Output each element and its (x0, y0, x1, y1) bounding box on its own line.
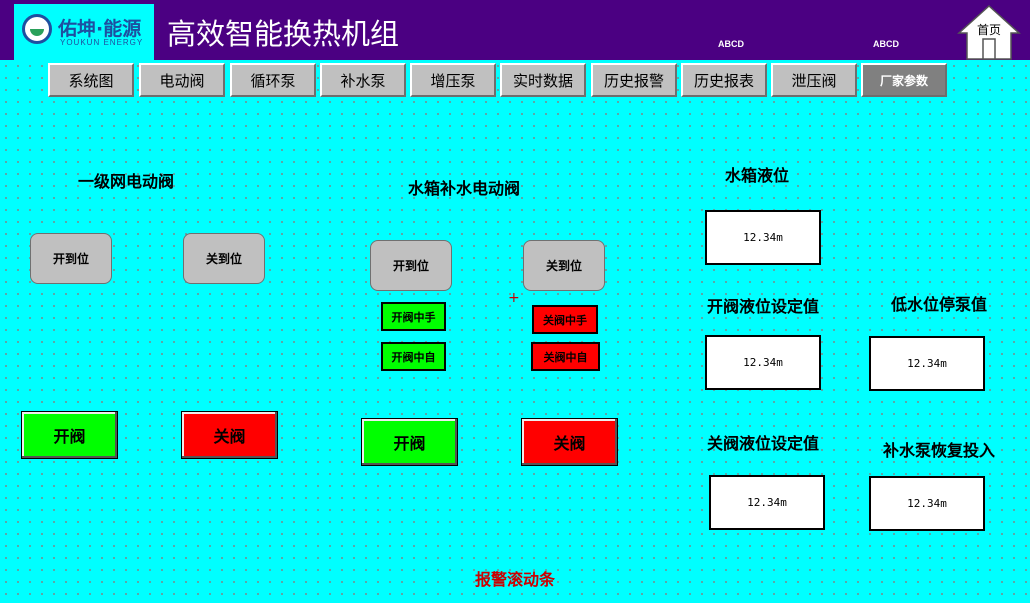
tank-level-label: 水箱液位 (725, 166, 790, 185)
tank-level-display: 12.34m (705, 210, 821, 265)
tank-close-button[interactable]: 关阀 (521, 418, 618, 466)
nav-electric-valve[interactable]: 电动阀 (139, 63, 225, 97)
primary-close-status: 关到位 (183, 233, 265, 284)
logo-text-cn: 佑坤·能源 (58, 18, 142, 40)
primary-valve-title: 一级网电动阀 (78, 172, 175, 191)
home-label: 首页 (976, 23, 1001, 37)
title-bar: 佑坤·能源 YOUKUN ENERGY 高效智能换热机组 ABCD ABCD 首… (0, 0, 1030, 60)
tank-opening-auto-indicator: 开阀中自 (381, 342, 446, 371)
low-stop-input[interactable]: 12.34m (869, 336, 985, 391)
header-code-1: ABCD (718, 39, 744, 49)
home-button[interactable]: 首页 (956, 3, 1022, 61)
tank-open-button[interactable]: 开阀 (361, 418, 458, 466)
pump-resume-input[interactable]: 12.34m (869, 476, 985, 531)
nav-alarm-history[interactable]: 历史报警 (591, 63, 677, 97)
alarm-ticker: 报警滚动条 (475, 570, 556, 589)
header-code-2: ABCD (873, 39, 899, 49)
page-title: 高效智能换热机组 (167, 17, 400, 51)
close-setpoint-input[interactable]: 12.34m (709, 475, 825, 530)
pump-resume-label: 补水泵恢复投入 (883, 441, 996, 460)
primary-close-button[interactable]: 关阀 (181, 411, 278, 459)
nav-factory-params[interactable]: 厂家参数 (861, 63, 947, 97)
primary-open-button[interactable]: 开阀 (21, 411, 118, 459)
tank-valve-title: 水箱补水电动阀 (408, 179, 521, 198)
tank-closing-auto-indicator: 关阀中自 (531, 342, 600, 371)
nav-history-report[interactable]: 历史报表 (681, 63, 767, 97)
open-setpoint-input[interactable]: 12.34m (705, 335, 821, 390)
nav-circulation-pump[interactable]: 循环泵 (230, 63, 316, 97)
nav-booster-pump[interactable]: 增压泵 (410, 63, 496, 97)
tank-close-status: 关到位 (523, 240, 605, 291)
low-stop-label: 低水位停泵值 (891, 295, 988, 314)
logo-emblem-icon (22, 14, 52, 44)
company-logo: 佑坤·能源 YOUKUN ENERGY (14, 4, 154, 60)
primary-open-status: 开到位 (30, 233, 112, 284)
nav-relief-valve[interactable]: 泄压阀 (771, 63, 857, 97)
crosshair-cursor-icon: + (508, 290, 520, 306)
tank-open-status: 开到位 (370, 240, 452, 291)
nav-system-diagram[interactable]: 系统图 (48, 63, 134, 97)
open-setpoint-label: 开阀液位设定值 (707, 297, 820, 316)
tank-closing-manual-indicator: 关阀中手 (532, 305, 598, 334)
nav-makeup-pump[interactable]: 补水泵 (320, 63, 406, 97)
close-setpoint-label: 关阀液位设定值 (707, 434, 820, 453)
tank-opening-manual-indicator: 开阀中手 (381, 302, 446, 331)
logo-text-en: YOUKUN ENERGY (60, 38, 144, 47)
nav-realtime-data[interactable]: 实时数据 (500, 63, 586, 97)
